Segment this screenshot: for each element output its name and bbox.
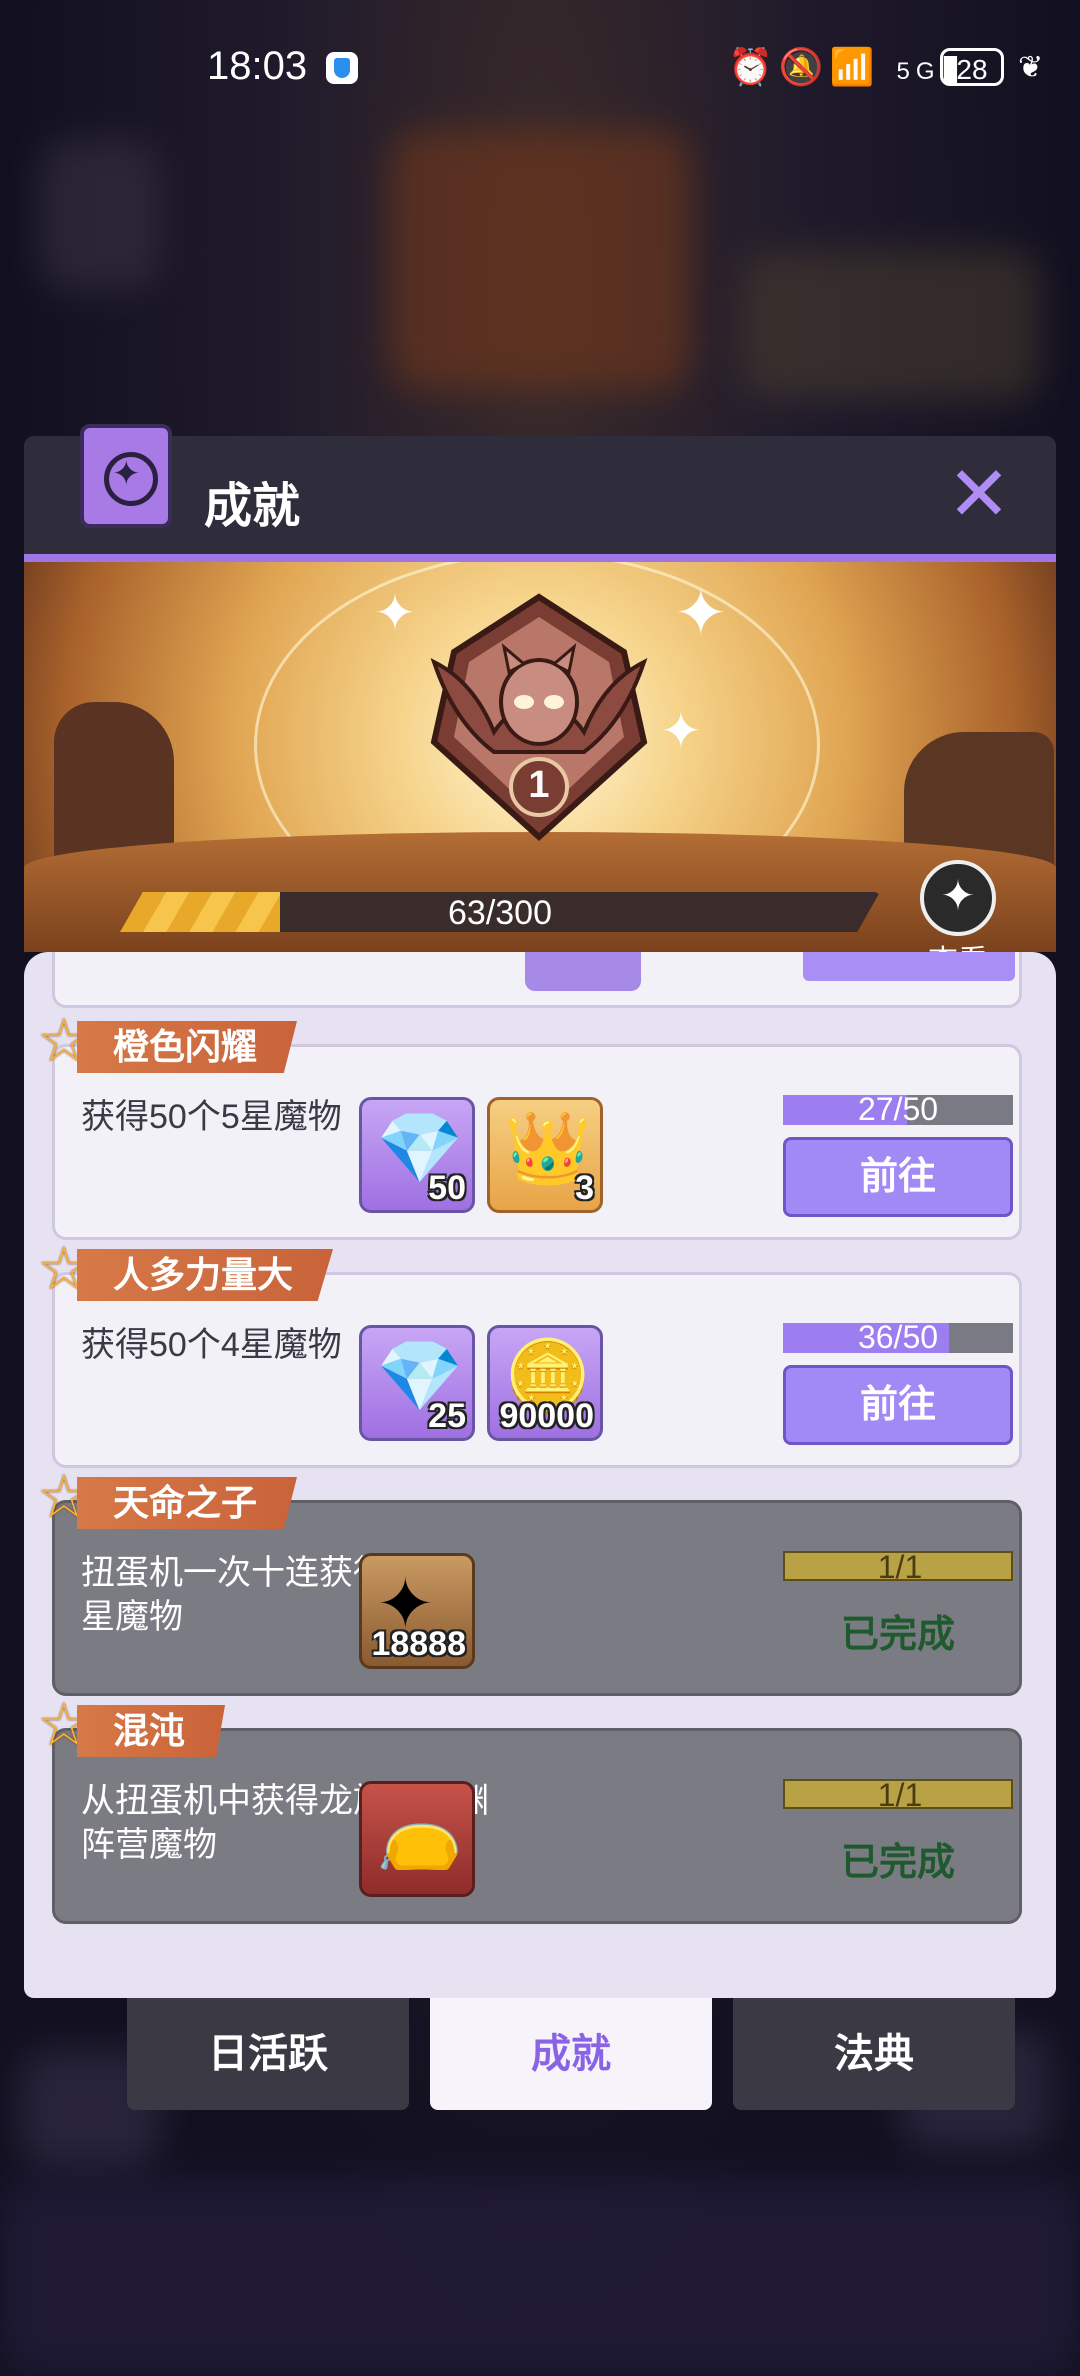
medal-level: 1: [528, 764, 550, 806]
reward-count: 90000: [499, 1397, 594, 1435]
achievement-level-banner: ✦ ✦ ✦ 1 63/300 ✦ 查看: [24, 562, 1056, 952]
reward-count: 18888: [371, 1625, 466, 1663]
reward-item[interactable]: ✦ 18888: [359, 1553, 475, 1669]
background-banner: [740, 250, 1040, 400]
completed-label: 已完成: [840, 1614, 955, 1656]
alarm-mute-wifi-icons: ⏰🔕📶: [728, 46, 881, 87]
view-button[interactable]: ✦ 查看: [910, 860, 1010, 952]
compass-star-icon: ✦: [920, 860, 996, 936]
background-nav-bar: [0, 2180, 1080, 2376]
sparkle-icon: ✦: [374, 585, 416, 641]
bottom-tabs: 日活跃 成就 法典: [0, 1998, 1080, 2110]
reward-count: 3: [575, 1169, 594, 1207]
achievement-name: 混沌: [77, 1705, 226, 1757]
view-label: 查看: [910, 936, 1006, 952]
dialog-title: 成就: [204, 480, 301, 533]
achievement-book-icon: [80, 424, 172, 528]
dialog-header: 成就 ✕: [24, 424, 1056, 558]
task-progress-text: 1/1: [877, 1777, 923, 1813]
task-progress-bar: 1/1: [783, 1777, 1013, 1813]
status-bar: 18:03 ⏰🔕📶 5G▮ 28 ❦: [0, 0, 1080, 135]
close-button[interactable]: ✕: [944, 457, 1014, 533]
sparkle-icon: ✦: [674, 577, 728, 649]
achievement-card: ☆ 人多力量大 获得50个4星魔物 💎 25 🪙 90000 36/50 前往: [37, 1239, 1022, 1468]
go-button-partial[interactable]: [803, 952, 1015, 981]
reward-item[interactable]: 🪙 90000: [487, 1325, 603, 1441]
header-divider: [24, 554, 1056, 562]
task-progress-text: 27/50: [857, 1091, 939, 1127]
achievement-name: 人多力量大: [77, 1249, 334, 1301]
achievement-card: ☆ 天命之子 扭蛋机一次十连获得5个5星魔物 ✦ 18888 1/1 已完成: [37, 1467, 1022, 1696]
achievement-card: ☆ 橙色闪耀 获得50个5星魔物 💎 50 👑 3 27/50 前往: [37, 1011, 1022, 1240]
go-button[interactable]: 前往: [783, 1365, 1013, 1445]
reward-item[interactable]: 👝: [359, 1781, 475, 1897]
list-item-partial: [52, 952, 1022, 1008]
tab-codex[interactable]: 法典: [733, 1998, 1015, 2110]
go-button[interactable]: 前往: [783, 1137, 1013, 1217]
background-badge: [390, 130, 690, 390]
reward-item[interactable]: 💎 25: [359, 1325, 475, 1441]
task-progress-bar: 27/50: [783, 1091, 1013, 1127]
achievement-list[interactable]: ☆ 橙色闪耀 获得50个5星魔物 💎 50 👑 3 27/50 前往 ☆ 人多力量大 获得50个4星魔…: [24, 952, 1056, 1998]
reward-count: 50: [428, 1169, 466, 1207]
leaf-icon: ❦: [1018, 51, 1044, 84]
shield-icon: [326, 52, 358, 84]
reward-item-partial: [525, 952, 641, 991]
reward-item[interactable]: 💎 50: [359, 1097, 475, 1213]
achievement-name: 天命之子: [77, 1477, 298, 1529]
background-avatar: [40, 140, 160, 290]
status-time: 18:03: [207, 44, 308, 88]
tab-achievements[interactable]: 成就: [430, 1998, 712, 2110]
reward-item[interactable]: 👑 3: [487, 1097, 603, 1213]
sparkle-icon: ✦: [660, 703, 702, 759]
task-progress-text: 1/1: [877, 1549, 923, 1585]
task-progress-bar: 1/1: [783, 1549, 1013, 1585]
battery-indicator: 28: [940, 48, 1004, 86]
achievement-progress-text: 63/300: [448, 894, 552, 932]
status-icons: ⏰🔕📶 5G▮: [728, 46, 966, 88]
network-label: 5G: [896, 58, 941, 85]
mystery-bag-icon: 👝: [376, 1793, 464, 1871]
achievement-card: ☆ 混沌 从扭蛋机中获得龙族或深渊阵营魔物 👝 1/1 已完成: [37, 1695, 1022, 1924]
completed-label: 已完成: [840, 1842, 955, 1884]
close-x-icon: ✕: [947, 452, 1011, 537]
tab-daily-activity[interactable]: 日活跃: [127, 1998, 409, 2110]
task-progress-text: 36/50: [857, 1319, 939, 1355]
achievement-dialog: 成就 ✕ ✦ ✦ ✦ 1 63/300 ✦ 查看: [24, 424, 1056, 1998]
achievement-name: 橙色闪耀: [77, 1021, 298, 1073]
reward-count: 25: [428, 1397, 466, 1435]
task-progress-bar: 36/50: [783, 1319, 1013, 1355]
